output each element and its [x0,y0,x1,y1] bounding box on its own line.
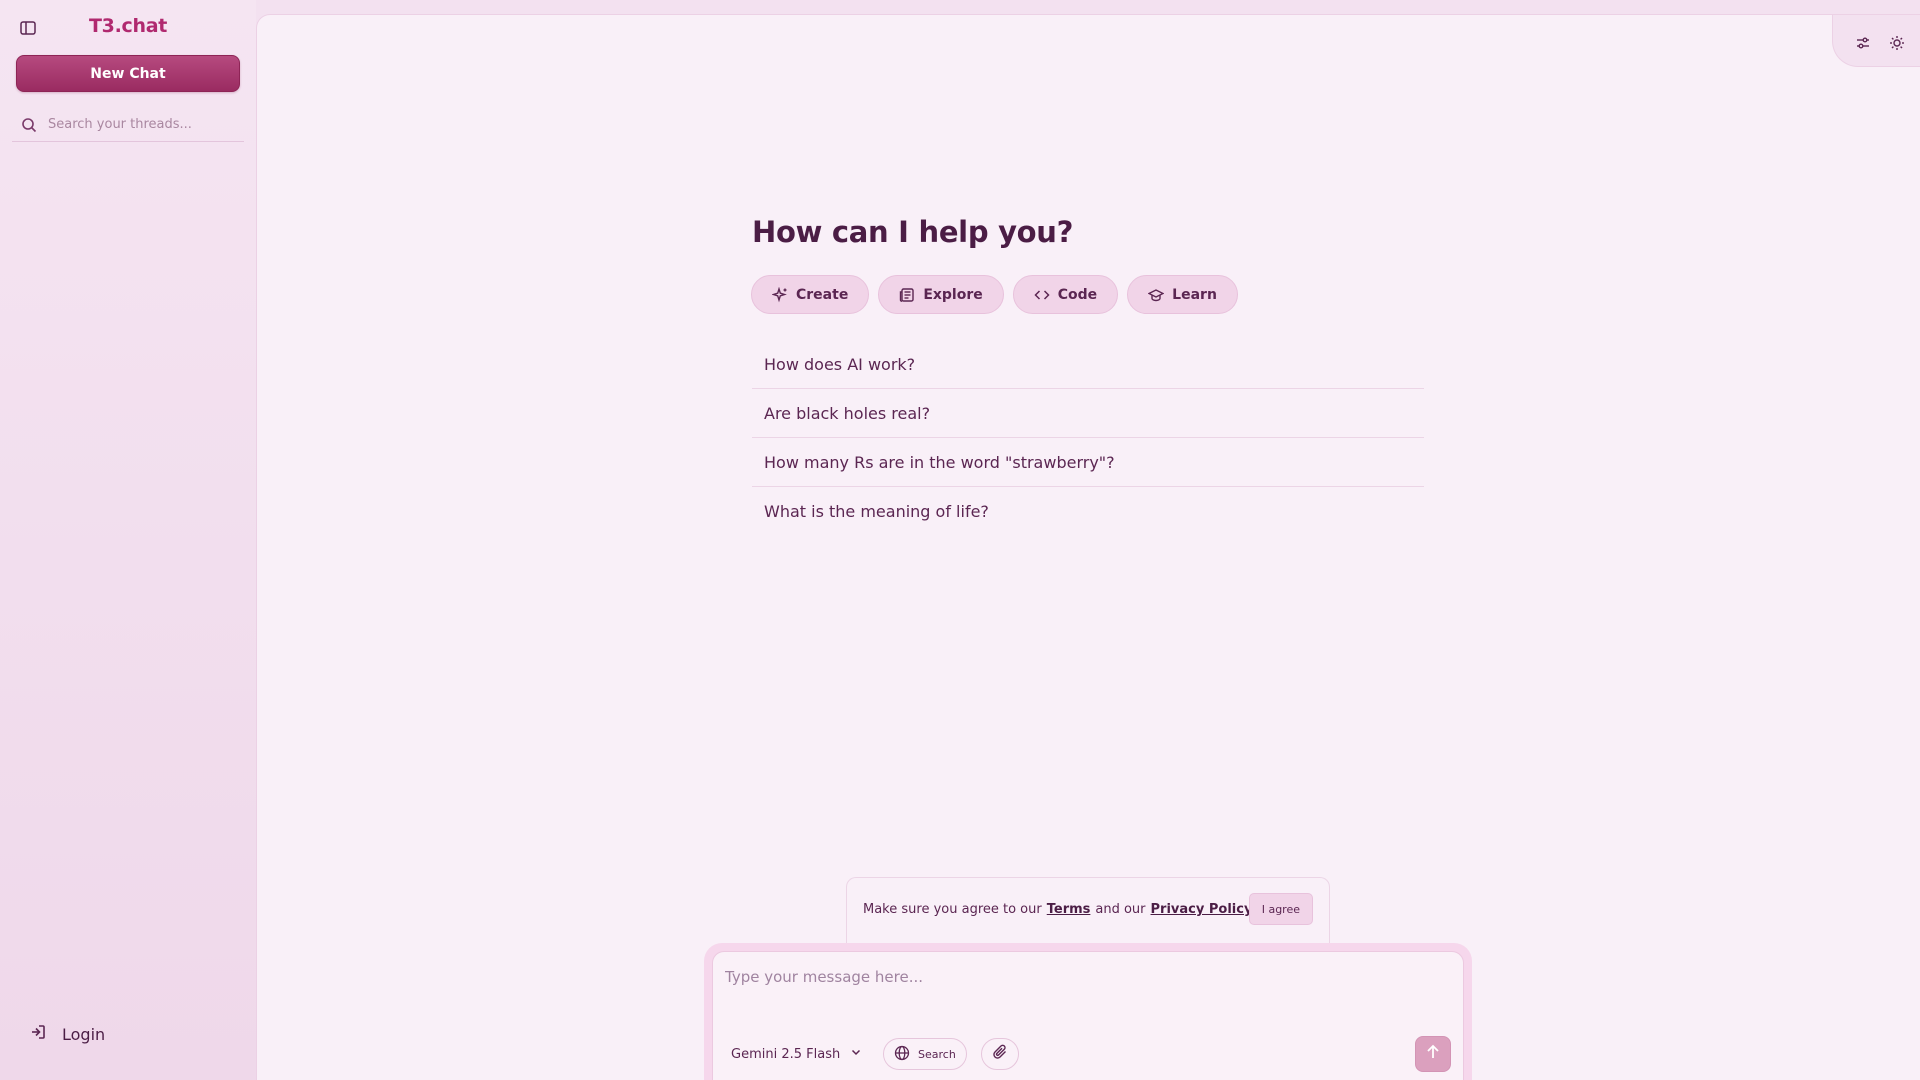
arrow-up-icon [1424,1043,1442,1065]
graduation-cap-icon [1148,287,1165,303]
web-search-toggle[interactable]: Search [883,1038,967,1070]
send-button[interactable] [1415,1036,1451,1072]
chip-label: Explore [923,286,983,303]
theme-sun-icon[interactable] [1887,33,1907,53]
code-icon [1034,287,1050,303]
new-chat-button[interactable]: New Chat [16,55,240,92]
app-logo: T3.chat [89,15,167,37]
sparkles-icon [772,286,788,303]
chip-explore[interactable]: Explore [878,275,1004,314]
login-button[interactable]: Login [30,1024,105,1044]
paperclip-icon [992,1044,1008,1064]
privacy-policy-link[interactable]: Privacy Policy [1151,902,1253,917]
thread-search [12,108,244,142]
top-right-toolbar [1832,15,1920,67]
settings-sliders-icon[interactable] [1853,33,1873,53]
suggestion-item[interactable]: What is the meaning of life? [752,487,1424,536]
chip-create[interactable]: Create [751,275,870,314]
composer: Gemini 2.5 Flash Search [712,951,1464,1080]
newspaper-icon [899,287,915,303]
model-selector[interactable]: Gemini 2.5 Flash [731,1046,862,1062]
sidebar: T3.chat New Chat Login [0,0,256,1080]
chip-label: Create [796,286,849,303]
search-icon [21,117,37,133]
chip-label: Learn [1172,286,1217,303]
page-title: How can I help you? [752,215,1074,249]
globe-icon [894,1045,910,1064]
suggestion-item[interactable]: Are black holes real? [752,389,1424,438]
suggestion-list: How does AI work? Are black holes real? … [752,340,1424,536]
terms-link[interactable]: Terms [1047,902,1091,917]
login-label: Login [62,1024,106,1044]
agree-button[interactable]: I agree [1248,893,1313,925]
terms-prefix: Make sure you agree to our [863,902,1042,917]
terms-middle: and our [1095,902,1146,917]
login-icon [30,1024,46,1044]
terms-notice: Make sure you agree to our Terms and our… [846,877,1330,943]
search-input[interactable] [48,117,238,132]
search-toggle-label: Search [918,1047,956,1061]
chip-code[interactable]: Code [1012,275,1119,314]
category-chips: Create Explore Code Learn [751,275,1238,314]
attach-button[interactable] [981,1038,1019,1070]
model-name: Gemini 2.5 Flash [731,1046,841,1062]
composer-frame: Gemini 2.5 Flash Search [704,943,1472,1080]
message-input[interactable] [725,968,1425,986]
suggestion-item[interactable]: How does AI work? [752,340,1424,389]
chevron-down-icon [850,1046,862,1062]
chip-label: Code [1057,286,1098,303]
chip-learn[interactable]: Learn [1127,275,1238,314]
suggestion-item[interactable]: How many Rs are in the word "strawberry"… [752,438,1424,487]
